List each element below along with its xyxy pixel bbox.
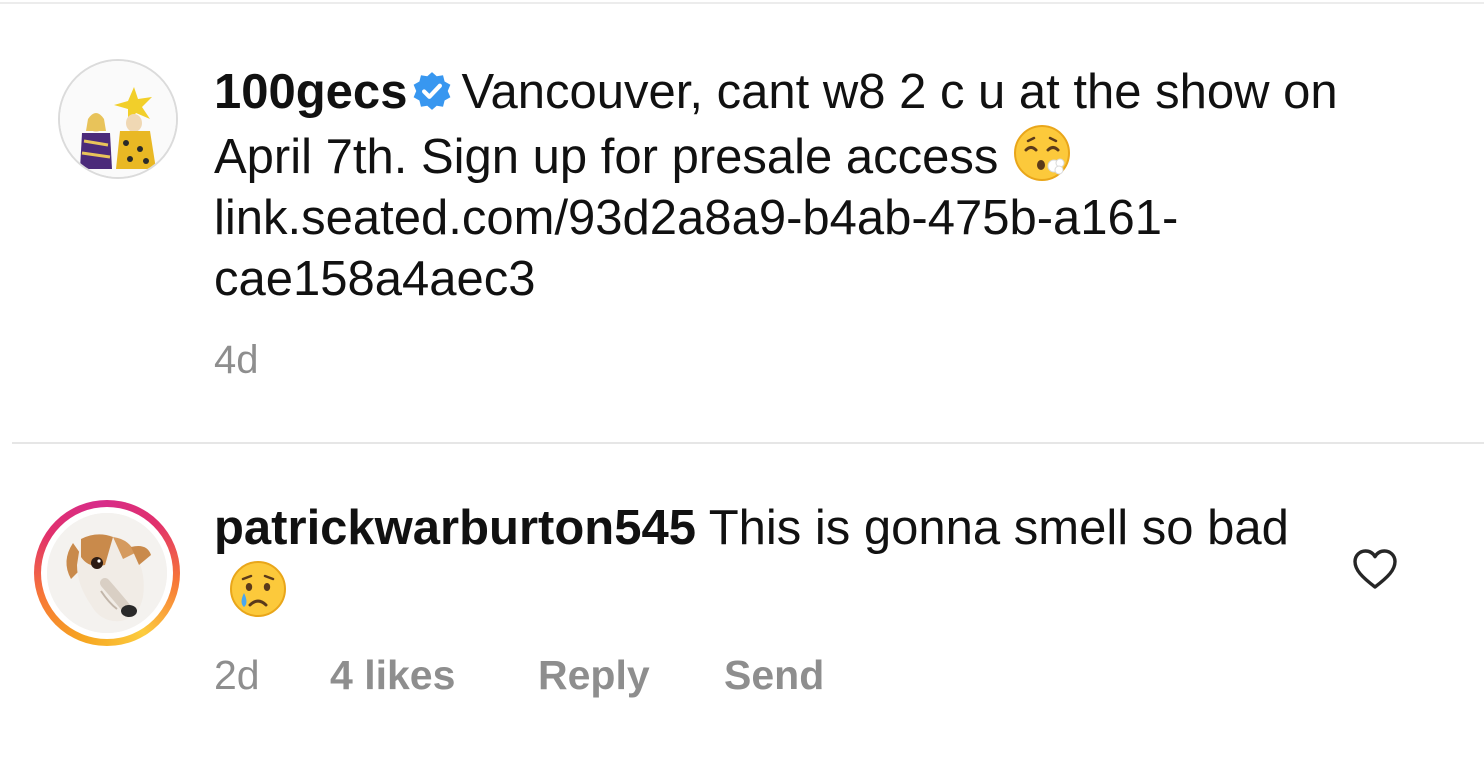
reply-button[interactable]: Reply	[538, 652, 650, 699]
comment-timestamp: 2d	[214, 652, 260, 698]
heart-outline-icon[interactable]	[1352, 548, 1398, 590]
caption-link[interactable]: link.seated.com/93d2a8a9-b4ab-475b-a161-…	[214, 191, 1178, 306]
top-divider	[0, 2, 1484, 4]
crying-face-emoji-icon	[228, 559, 288, 619]
author-avatar[interactable]	[58, 59, 178, 179]
story-ring-gap	[41, 507, 173, 639]
verified-badge-icon	[411, 66, 453, 110]
send-button[interactable]: Send	[724, 652, 824, 699]
author-avatar-image	[60, 61, 176, 177]
caption-timestamp: 4d	[214, 338, 259, 382]
commenter-avatar[interactable]	[34, 500, 180, 646]
comment-divider	[12, 442, 1484, 444]
post-caption: 100gecs Vancouver, cant w8 2 c u at the …	[214, 62, 1434, 310]
comment-text: This is gonna smell so bad	[708, 501, 1289, 555]
commenter-username[interactable]: patrickwarburton545	[214, 501, 696, 555]
face-exhaling-emoji-icon	[1012, 123, 1072, 183]
author-username[interactable]: 100gecs	[214, 65, 407, 119]
likes-count-link[interactable]: 4 likes	[330, 652, 455, 699]
commenter-avatar-image	[47, 513, 167, 633]
comment-body: patrickwarburton545 This is gonna smell …	[214, 498, 1294, 624]
